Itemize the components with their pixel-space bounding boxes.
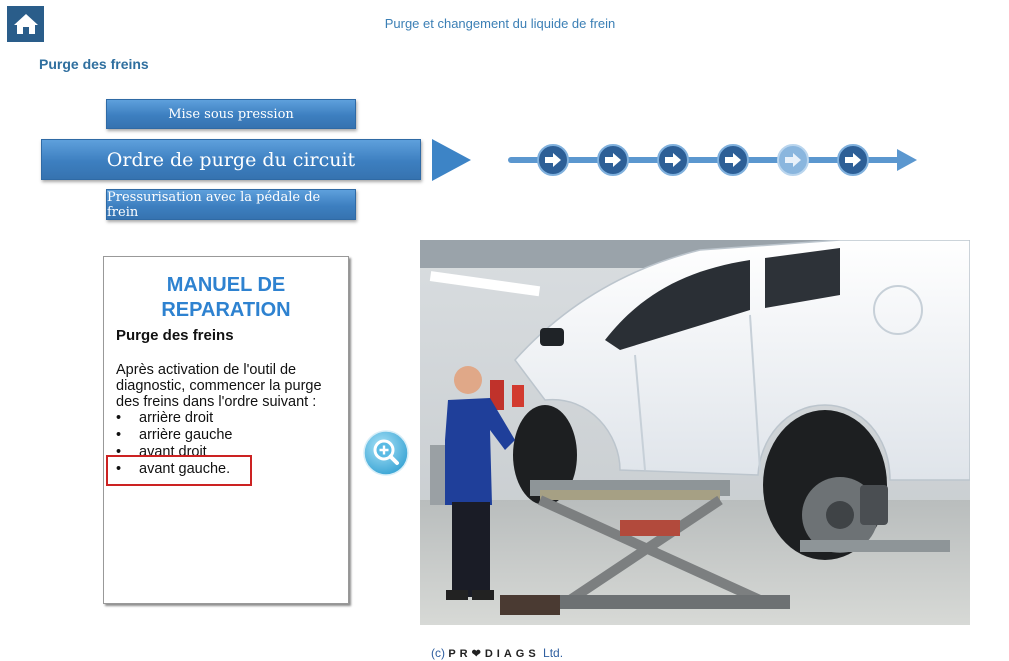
list-item: • arrière droit	[116, 410, 214, 426]
progress-step-2[interactable]	[597, 144, 629, 176]
repair-manual-panel: MANUEL DE REPARATION Purge des freins Ap…	[103, 256, 349, 604]
pressurisation-pedale-button[interactable]: Pressurisation avec la pédale de frein	[106, 189, 356, 220]
button-label: Ordre de purge du circuit	[106, 148, 356, 171]
ordre-de-purge-button[interactable]: Ordre de purge du circuit	[41, 139, 421, 180]
manual-subtitle: Purge des freins	[116, 327, 234, 344]
progress-step-4[interactable]	[717, 144, 749, 176]
brand-logo: PR❤DIAGS	[448, 648, 540, 660]
page-title: Purge et changement du liquide de frein	[384, 16, 616, 31]
mise-sous-pression-button[interactable]: Mise sous pression	[106, 99, 356, 129]
progress-step-6[interactable]	[837, 144, 869, 176]
manual-text: Après activation de l'outil de diagnosti…	[116, 362, 322, 410]
copyright-footer: (c) PR❤DIAGS Ltd.	[431, 646, 564, 660]
play-arrow-icon	[432, 139, 471, 181]
button-label: Pressurisation avec la pédale de frein	[107, 189, 321, 220]
progress-step-5[interactable]	[777, 144, 809, 176]
manual-heading: MANUEL DE REPARATION	[161, 274, 291, 321]
workshop-photo	[420, 240, 970, 625]
button-label: Mise sous pression	[168, 106, 294, 122]
zoom-in-icon[interactable]	[363, 430, 409, 476]
workshop-illustration	[420, 240, 970, 625]
highlight-box	[106, 455, 252, 486]
list-item: • arrière gauche	[116, 427, 233, 443]
progress-track	[508, 144, 917, 176]
progress-step-3[interactable]	[657, 144, 689, 176]
section-title: Purge des freins	[39, 56, 149, 72]
progress-step-1[interactable]	[537, 144, 569, 176]
